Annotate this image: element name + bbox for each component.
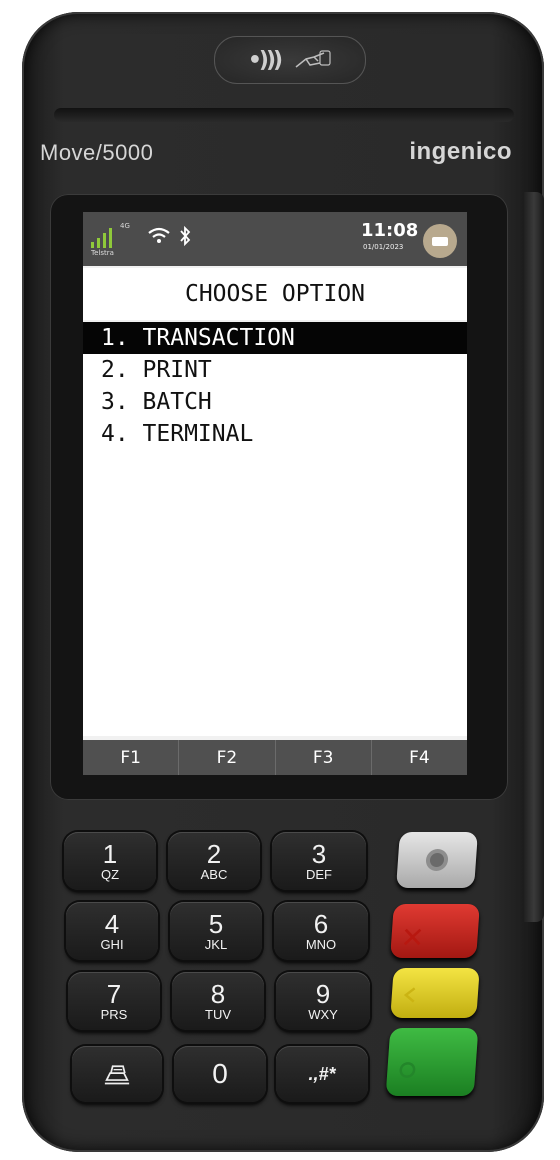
signal-icon bbox=[91, 228, 112, 248]
symbols-key[interactable]: .,#* bbox=[276, 1046, 368, 1102]
key-4[interactable]: 4 GHI bbox=[66, 902, 158, 960]
enter-key[interactable] bbox=[385, 1028, 479, 1096]
option-menu: 1. TRANSACTION 2. PRINT 3. BATCH 4. TERM… bbox=[83, 322, 467, 736]
tap-hand-icon bbox=[295, 50, 331, 68]
wifi-icon bbox=[148, 227, 170, 243]
side-grip bbox=[524, 192, 544, 922]
key-6-letters: MNO bbox=[305, 937, 337, 952]
menu-item-terminal[interactable]: 4. TERMINAL bbox=[83, 418, 467, 450]
function-key-bar: F1 F2 F3 F4 bbox=[83, 740, 467, 775]
carrier-name: Telstra bbox=[91, 249, 114, 257]
terminal-screen: 4G Telstra 11:08 01/01/2023 CHOOSE OPTIO… bbox=[83, 212, 467, 775]
key-2[interactable]: 2 ABC bbox=[168, 832, 260, 890]
f4-key[interactable]: F4 bbox=[372, 740, 467, 775]
key-5-digit: 5 bbox=[208, 909, 224, 939]
key-7-digit: 7 bbox=[106, 979, 122, 1009]
battery-icon bbox=[423, 224, 457, 258]
battery-level bbox=[432, 236, 448, 246]
cancel-key[interactable] bbox=[390, 904, 480, 958]
key-1-letters: QZ bbox=[100, 867, 120, 882]
key-4-digit: 4 bbox=[104, 909, 120, 939]
key-9-letters: WXY bbox=[308, 1007, 338, 1022]
f1-key[interactable]: F1 bbox=[83, 740, 180, 775]
key-7-letters: PRS bbox=[100, 1007, 128, 1022]
clock-time: 11:08 bbox=[361, 220, 419, 241]
screen-title: CHOOSE OPTION bbox=[83, 268, 467, 320]
bluetooth-icon bbox=[180, 225, 191, 247]
f3-key[interactable]: F3 bbox=[276, 740, 372, 775]
key-4-letters: GHI bbox=[100, 937, 124, 952]
f2-key[interactable]: F2 bbox=[179, 740, 276, 775]
contactless-reader: •))) bbox=[214, 36, 366, 84]
key-3-letters: DEF bbox=[306, 867, 332, 882]
printer-slot bbox=[54, 108, 514, 122]
key-3[interactable]: 3 DEF bbox=[272, 832, 366, 890]
status-date: 01/01/2023 bbox=[363, 243, 404, 251]
correct-key[interactable] bbox=[390, 968, 480, 1018]
key-2-letters: ABC bbox=[200, 867, 228, 882]
key-0[interactable]: 0 bbox=[174, 1046, 266, 1102]
key-6-digit: 6 bbox=[313, 909, 329, 939]
menu-item-batch[interactable]: 3. BATCH bbox=[83, 386, 467, 418]
paper-feed-key[interactable] bbox=[72, 1046, 162, 1102]
key-8-digit: 8 bbox=[210, 979, 226, 1009]
key-6[interactable]: 6 MNO bbox=[274, 902, 368, 960]
menu-item-print[interactable]: 2. PRINT bbox=[83, 354, 467, 386]
key-8-letters: TUV bbox=[205, 1007, 231, 1022]
brand-logo: ingenico bbox=[409, 138, 512, 165]
key-9-digit: 9 bbox=[315, 979, 331, 1009]
key-7[interactable]: 7 PRS bbox=[68, 972, 160, 1030]
key-9[interactable]: 9 WXY bbox=[276, 972, 370, 1030]
menu-item-transaction[interactable]: 1. TRANSACTION bbox=[83, 322, 467, 354]
key-1[interactable]: 1 QZ bbox=[64, 832, 156, 890]
model-name: Move/5000 bbox=[40, 140, 154, 165]
network-type: 4G bbox=[120, 222, 130, 230]
key-3-digit: 3 bbox=[311, 839, 327, 869]
key-5-letters: JKL bbox=[204, 937, 228, 952]
key-0-digit: 0 bbox=[212, 1058, 228, 1089]
paper-feed-icon bbox=[104, 1065, 130, 1085]
key-8[interactable]: 8 TUV bbox=[172, 972, 264, 1030]
key-1-digit: 1 bbox=[102, 839, 118, 869]
key-2-digit: 2 bbox=[206, 839, 222, 869]
key-5[interactable]: 5 JKL bbox=[170, 902, 262, 960]
enter-icon bbox=[386, 1028, 479, 1096]
contactless-icon: •))) bbox=[247, 47, 283, 73]
cancel-icon bbox=[390, 904, 480, 958]
menu-key[interactable] bbox=[396, 832, 478, 888]
status-bar: 4G Telstra 11:08 01/01/2023 bbox=[83, 212, 467, 266]
correct-icon bbox=[390, 968, 479, 1018]
symbols-key-label: .,#* bbox=[308, 1064, 336, 1084]
menu-key-icon bbox=[396, 832, 478, 888]
